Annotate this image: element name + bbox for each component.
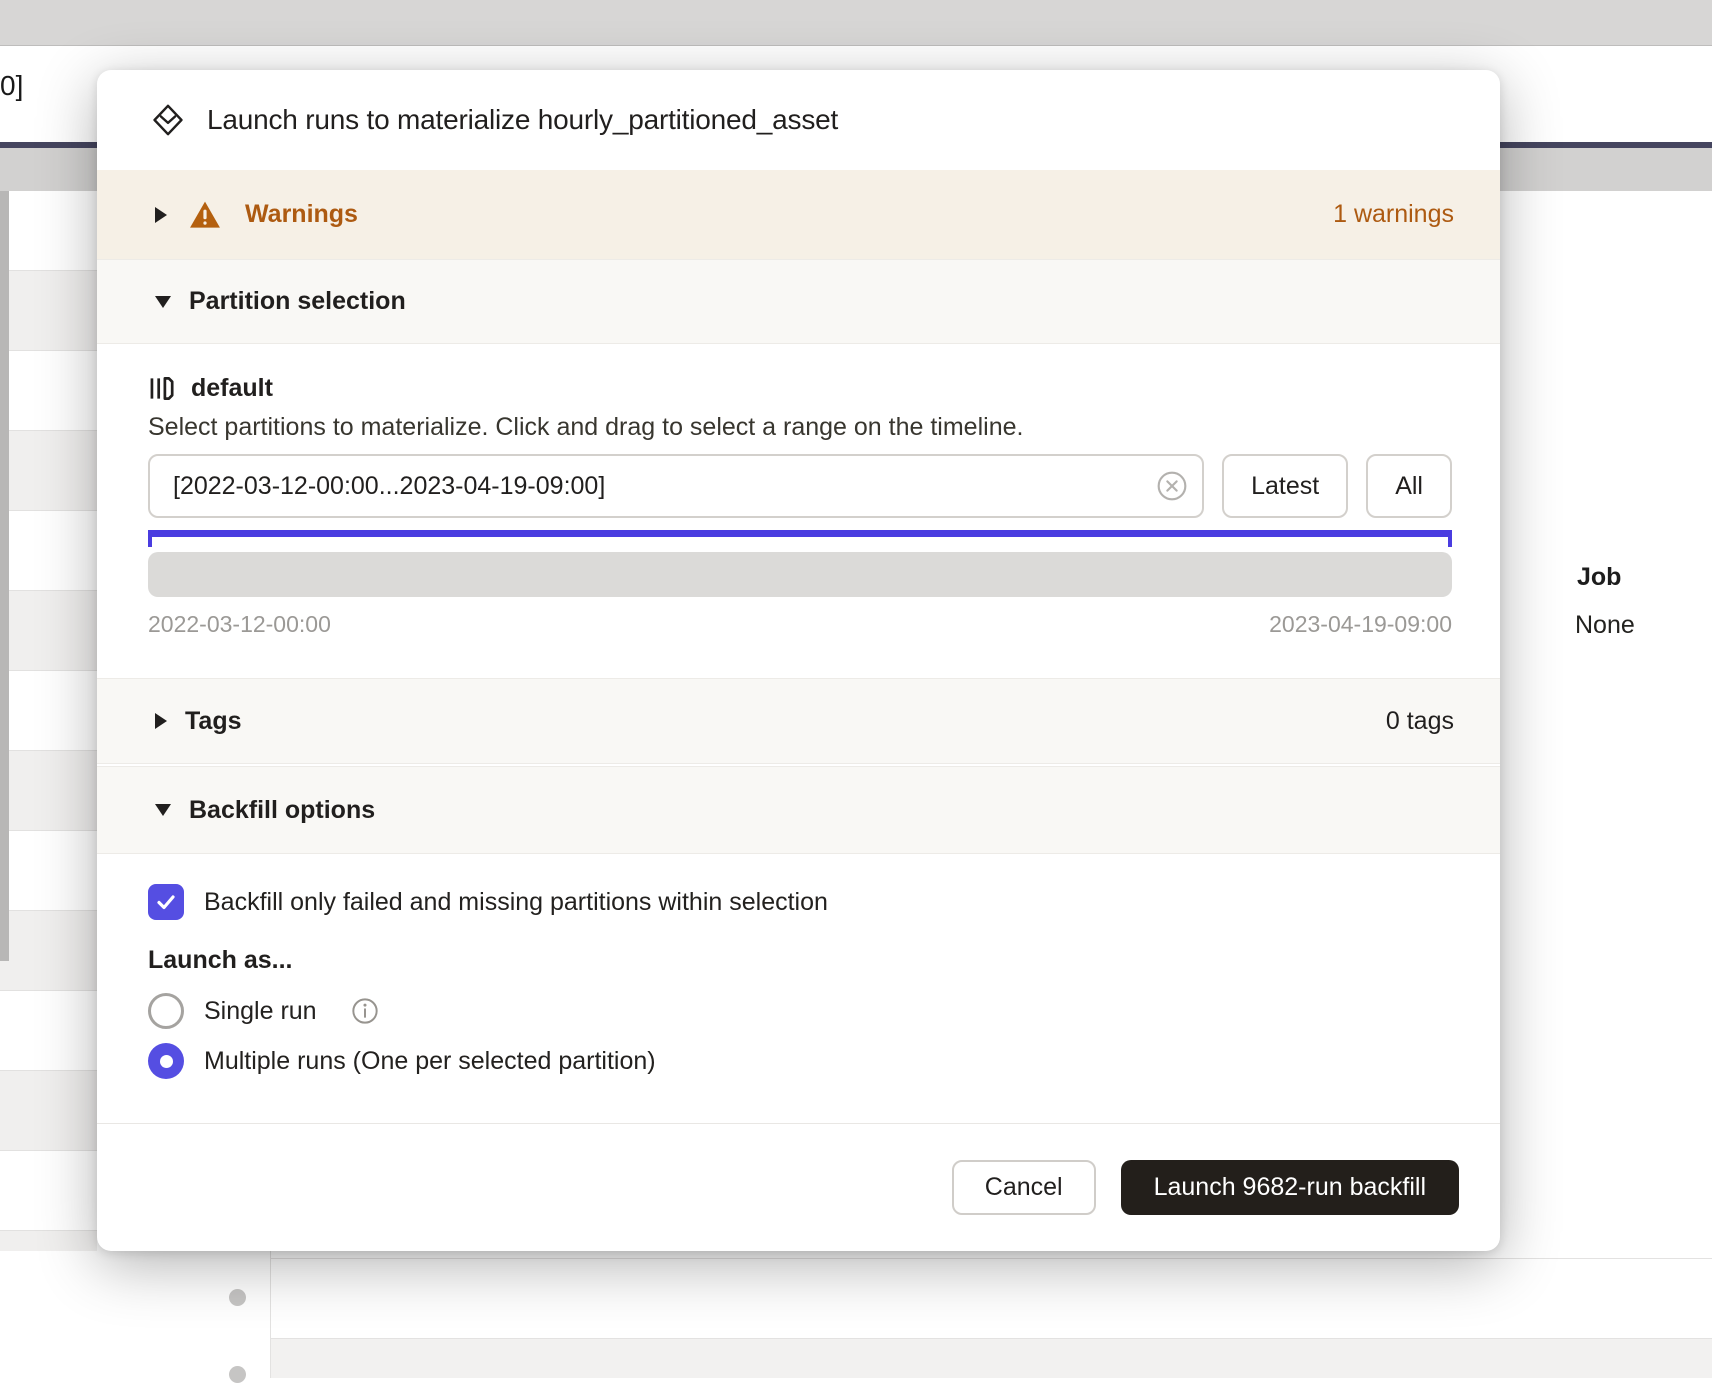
partition-selection-description: Select partitions to materialize. Click … [148, 413, 1452, 442]
partition-range-input[interactable] [148, 454, 1204, 518]
partition-selection-header: Partition selection [189, 287, 406, 316]
dialog-header: Launch runs to materialize hourly_partit… [97, 70, 1500, 170]
job-column-value: None [1575, 611, 1635, 640]
dimension-row: default [148, 374, 1452, 403]
selection-range-bar[interactable] [148, 530, 1452, 537]
checkbox-checked[interactable] [148, 884, 184, 920]
latest-button[interactable]: Latest [1222, 454, 1348, 518]
multiple-runs-label: Multiple runs (One per selected partitio… [204, 1047, 656, 1076]
background-scrollbar[interactable] [0, 191, 9, 961]
job-column-header: Job [1577, 563, 1621, 592]
background-right-panel [1500, 191, 1712, 1251]
partition-timeline[interactable] [148, 552, 1452, 597]
background-bottom-rows [0, 1251, 1712, 1378]
radio-unselected[interactable] [148, 993, 184, 1029]
clear-circle-x-icon [1156, 470, 1188, 502]
warnings-label: Warnings [245, 200, 358, 229]
timeline-start-date: 2022-03-12-00:00 [148, 611, 331, 638]
launch-backfill-dialog: Launch runs to materialize hourly_partit… [97, 70, 1500, 1251]
tags-count: 0 tags [1386, 707, 1454, 736]
radio-dot [160, 1055, 173, 1068]
launch-as-label: Launch as... [148, 946, 1452, 975]
chevron-right-icon [155, 713, 167, 729]
background-row-shaded [271, 1339, 1712, 1378]
clear-selection-button[interactable] [1156, 470, 1188, 502]
partition-range-field [148, 454, 1204, 518]
multiple-runs-radio-row[interactable]: Multiple runs (One per selected partitio… [148, 1043, 1452, 1079]
tags-header: Tags [185, 707, 242, 736]
chevron-right-icon [155, 207, 167, 223]
chevron-down-icon [155, 296, 171, 308]
background-status-dot [229, 1289, 246, 1306]
dialog-footer: Cancel Launch 9682-run backfill [97, 1123, 1500, 1251]
background-status-dot [229, 1366, 246, 1383]
checkbox-label: Backfill only failed and missing partiti… [204, 888, 828, 917]
background-toolbar [0, 0, 1712, 46]
dimension-name: default [191, 374, 273, 403]
selection-tick-right [1448, 530, 1452, 547]
materialize-diamond-icon [151, 103, 185, 137]
backfill-options-header: Backfill options [189, 796, 375, 825]
info-icon[interactable] [351, 997, 379, 1025]
dialog-title: Launch runs to materialize hourly_partit… [207, 104, 838, 136]
partition-set-icon [148, 375, 175, 402]
partition-selection-toggle[interactable]: Partition selection [97, 259, 1500, 344]
warning-triangle-icon [189, 200, 221, 230]
cancel-button[interactable]: Cancel [952, 1160, 1096, 1215]
all-button[interactable]: All [1366, 454, 1452, 518]
tags-section-toggle[interactable]: Tags 0 tags [97, 678, 1500, 764]
single-run-label: Single run [204, 997, 317, 1026]
background-row-divider [270, 1258, 1712, 1259]
warnings-count: 1 warnings [1333, 200, 1454, 229]
partition-input-row: Latest All [148, 454, 1452, 518]
backfill-options-body: Backfill only failed and missing partiti… [97, 854, 1500, 1079]
backfill-options-toggle[interactable]: Backfill options [97, 766, 1500, 854]
single-run-radio-row[interactable]: Single run [148, 993, 1452, 1029]
backfill-only-failed-checkbox-row[interactable]: Backfill only failed and missing partiti… [148, 884, 1452, 920]
timeline-end-date: 2023-04-19-09:00 [1269, 611, 1452, 638]
warnings-section-toggle[interactable]: Warnings 1 warnings [97, 170, 1500, 259]
chevron-down-icon [155, 804, 171, 816]
launch-backfill-button[interactable]: Launch 9682-run backfill [1121, 1160, 1459, 1215]
checkmark-icon [154, 890, 178, 914]
background-table-rows [0, 191, 97, 1251]
radio-selected[interactable] [148, 1043, 184, 1079]
background-clipped-text: 0] [0, 70, 23, 102]
timeline-date-labels: 2022-03-12-00:00 2023-04-19-09:00 [148, 611, 1452, 678]
partition-selection-body: default Select partitions to materialize… [97, 344, 1500, 678]
selection-tick-left [148, 530, 152, 547]
